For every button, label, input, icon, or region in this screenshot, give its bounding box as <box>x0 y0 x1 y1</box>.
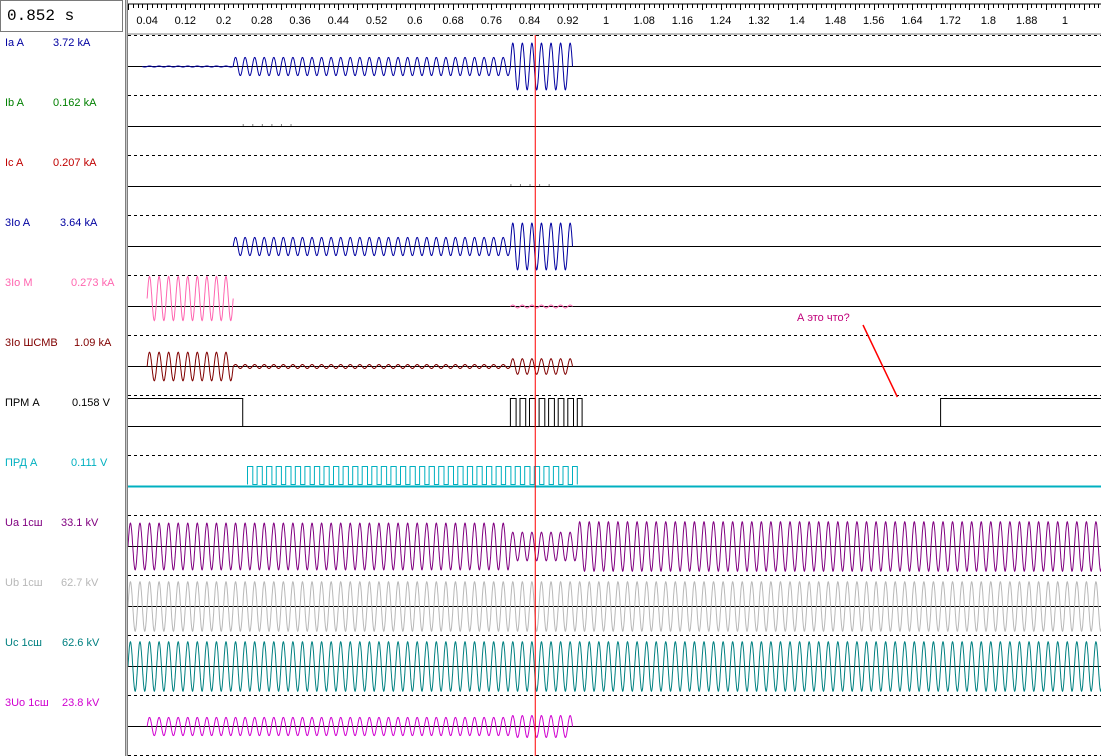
channel-name: Ua 1сш <box>5 517 43 529</box>
channel-label[interactable]: 3Uo 1сш 23.8 kV <box>5 697 125 711</box>
channel-label[interactable]: ПРД А 0.111 V <box>5 457 125 471</box>
time-tick-label: 0.84 <box>519 15 540 27</box>
channel-value: 62.6 kV <box>62 637 100 649</box>
time-tick-label: 0.68 <box>442 15 463 27</box>
channel-trace <box>128 635 1101 693</box>
cursor-time-display: 0.852 s <box>0 0 123 32</box>
channel-label-panel: Ia A 3.72 kA Ib A 0.162 kA Ic A 0.207 kA 3Io A… <box>0 35 125 756</box>
channel-trace <box>128 275 1101 322</box>
time-tick-label: 0.76 <box>481 15 502 27</box>
channel-name: Uc 1сш <box>5 637 42 649</box>
channel-label[interactable]: 3Io M 0.273 kA <box>5 277 125 291</box>
channel-label[interactable]: Ia A 3.72 kA <box>5 37 125 51</box>
channel-value: 1.09 kA <box>74 337 112 349</box>
time-tick-label: 1.16 <box>672 15 693 27</box>
channel-name: 3Uo 1сш <box>5 697 49 709</box>
channel-name: 3Io A <box>5 217 31 229</box>
channel-value: 0.273 kA <box>71 277 115 289</box>
channel-value: 23.8 kV <box>62 697 100 709</box>
time-tick-label: 1.72 <box>939 15 960 27</box>
time-tick-label: 0.92 <box>557 15 578 27</box>
time-tick-label: 1.48 <box>825 15 846 27</box>
time-tick-label: 0.2 <box>216 15 231 27</box>
channel-trace <box>128 215 1101 271</box>
channel-trace <box>128 95 1101 127</box>
channel-label[interactable]: Ic A 0.207 kA <box>5 157 125 171</box>
time-tick-label: 1.64 <box>901 15 922 27</box>
time-tick-label: 0.36 <box>289 15 310 27</box>
time-tick-label: 0.28 <box>251 15 272 27</box>
channel-value: 0.162 kA <box>53 97 97 109</box>
annotation-text: А это что? <box>797 312 850 324</box>
channel-trace <box>128 395 1101 427</box>
waveform-area[interactable] <box>128 35 1101 756</box>
channel-trace <box>128 155 1101 187</box>
channel-trace <box>128 575 1101 633</box>
channel-label[interactable]: Ub 1сш 62.7 kV <box>5 577 125 591</box>
channel-name: 3Io M <box>5 277 33 289</box>
channel-label[interactable]: 3Io ШСМВ 1.09 kA <box>5 337 125 351</box>
channel-name: Ic A <box>5 157 24 169</box>
channel-label[interactable]: Uc 1сш 62.6 kV <box>5 637 125 651</box>
time-tick-label: 1.24 <box>710 15 731 27</box>
time-tick-label: 1.32 <box>748 15 769 27</box>
channel-value: 0.158 V <box>72 397 110 409</box>
time-tick-label: 1.56 <box>863 15 884 27</box>
channel-name: ПРД А <box>5 457 38 469</box>
channel-label[interactable]: Ib A 0.162 kA <box>5 97 125 111</box>
time-tick-label: 0.52 <box>366 15 387 27</box>
time-tick-label: 0.12 <box>175 15 196 27</box>
channel-label[interactable]: Ua 1сш 33.1 kV <box>5 517 125 531</box>
channel-value: 62.7 kV <box>61 577 99 589</box>
channel-name: ПРМ А <box>5 397 40 409</box>
channel-name: Ib A <box>5 97 24 109</box>
channel-name: Ia A <box>5 37 24 49</box>
channel-label[interactable]: 3Io A 3.64 kA <box>5 217 125 231</box>
channel-name: Ub 1сш <box>5 577 43 589</box>
channel-trace <box>128 35 1101 91</box>
channel-trace <box>128 455 1101 488</box>
time-tick-label: 0.44 <box>328 15 349 27</box>
channel-name: 3Io ШСМВ <box>5 337 58 349</box>
time-tick-label: 1.8 <box>981 15 996 27</box>
time-tick-label: 1.4 <box>790 15 805 27</box>
channel-value: 0.111 V <box>71 457 108 469</box>
time-tick-label: 0.04 <box>136 15 157 27</box>
time-tick-label: 1 <box>1062 15 1068 27</box>
channel-value: 33.1 kV <box>61 517 99 529</box>
channel-value: 3.64 kA <box>60 217 98 229</box>
channel-value: 3.72 kA <box>53 37 91 49</box>
time-scale: 0.04 0.12 0.2 0.28 0.36 0.44 0.52 0.6 0.68 0.76 0.… <box>128 3 1101 35</box>
time-tick-label: 1.08 <box>634 15 655 27</box>
time-tick-label: 1.88 <box>1016 15 1037 27</box>
channel-value: 0.207 kA <box>53 157 97 169</box>
channel-trace <box>128 335 1101 382</box>
channel-trace <box>128 515 1101 573</box>
channel-label[interactable]: ПРМ А 0.158 V <box>5 397 125 411</box>
channel-trace <box>128 695 1101 738</box>
time-tick-label: 0.6 <box>407 15 422 27</box>
time-tick-label: 1 <box>603 15 609 27</box>
